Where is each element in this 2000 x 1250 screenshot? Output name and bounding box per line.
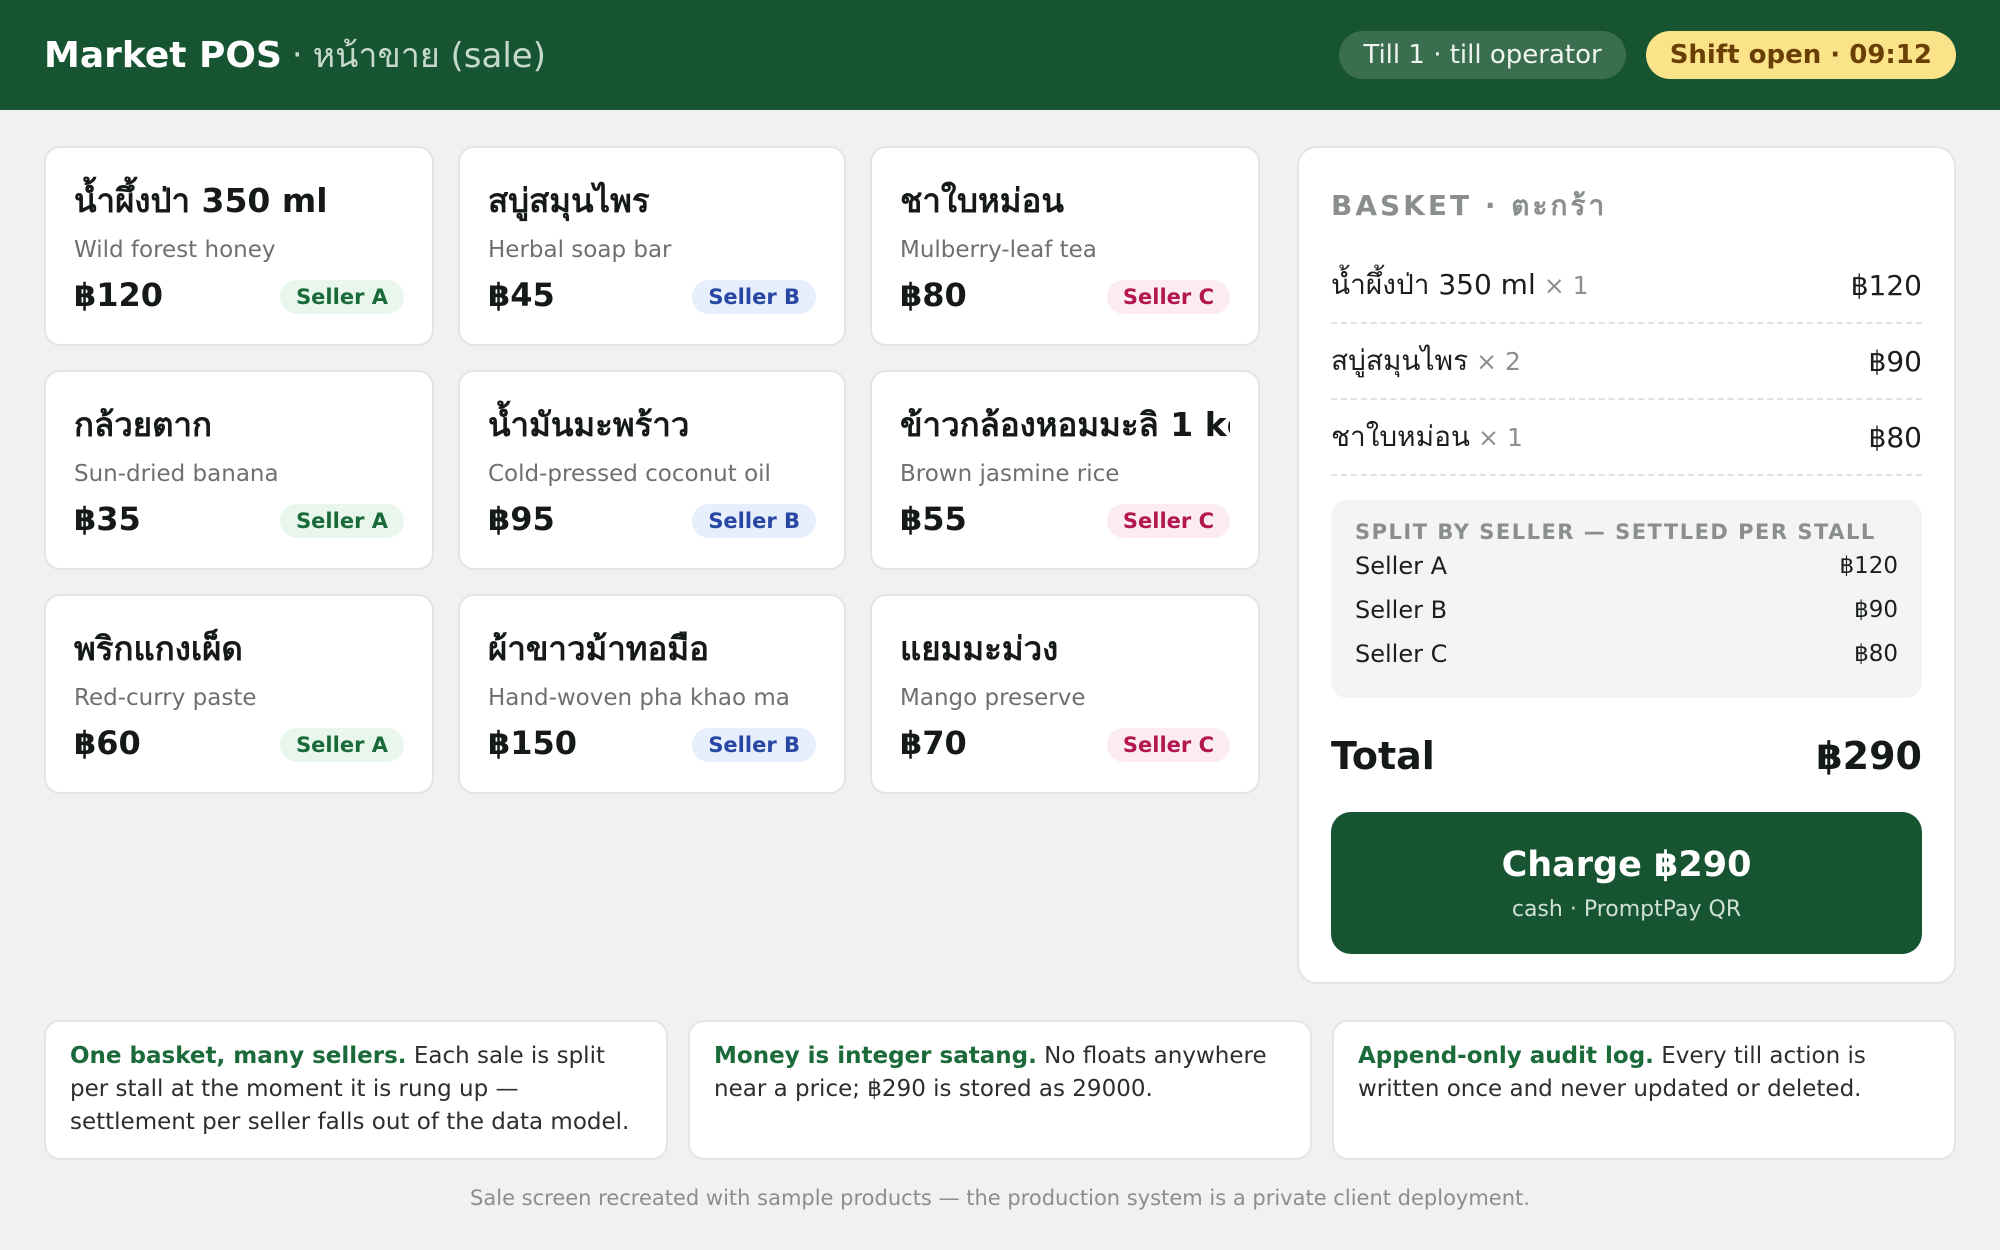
seller-badge: Seller A xyxy=(280,728,404,762)
product-price: ฿55 xyxy=(900,500,967,538)
product-price: ฿95 xyxy=(488,500,555,538)
seller-badge: Seller B xyxy=(692,504,816,538)
product-price: ฿60 xyxy=(74,724,141,762)
title-separator: · xyxy=(291,35,303,75)
product-name: ผ้าขาวม้าทอมือ xyxy=(488,629,709,668)
basket-line-amount: ฿80 xyxy=(1868,420,1922,454)
product-card[interactable]: แยมมะม่วง Mango preserve ฿70 Seller C xyxy=(870,594,1260,794)
product-card[interactable]: น้ำผึ้งป่า 350 ml Wild forest honey ฿120… xyxy=(44,146,434,346)
note-card: Money is integer satang. No floats anywh… xyxy=(688,1020,1312,1160)
product-price: ฿120 xyxy=(74,276,164,314)
seller-badge: Seller C xyxy=(1106,280,1230,314)
seller-badge: Seller B xyxy=(692,728,816,762)
split-title: SPLIT BY SELLER — SETTLED PER STALL xyxy=(1355,520,1876,544)
basket-title: BASKET · ตะกร้า xyxy=(1331,189,1608,222)
split-amount: ฿120 xyxy=(1839,553,1898,579)
seller-badge: Seller A xyxy=(280,280,404,314)
note-heading: Append-only audit log. xyxy=(1358,1043,1654,1069)
product-name: พริกแกงเผ็ด xyxy=(74,629,243,668)
total-amount: ฿290 xyxy=(1816,734,1922,778)
product-price: ฿70 xyxy=(900,724,967,762)
product-card[interactable]: ชาใบหม่อน Mulberry-leaf tea ฿80 Seller C xyxy=(870,146,1260,346)
seller-badge: Seller C xyxy=(1106,728,1230,762)
note-card: One basket, many sellers. Each sale is s… xyxy=(44,1020,668,1160)
product-name-en: Red-curry paste xyxy=(74,685,257,711)
split-seller: Seller C xyxy=(1355,640,1448,668)
basket-line[interactable]: สบู่สมุนไพร × 2 ฿90 xyxy=(1331,324,1922,400)
charge-payment-methods: cash · PromptPay QR xyxy=(1511,896,1742,922)
charge-button[interactable]: Charge ฿290 cash · PromptPay QR xyxy=(1331,812,1922,954)
total-row: Total ฿290 xyxy=(1331,726,1922,786)
product-card[interactable]: ผ้าขาวม้าทอมือ Hand-woven pha khao ma ฿1… xyxy=(458,594,846,794)
shift-status-badge[interactable]: Shift open · 09:12 xyxy=(1645,31,1956,79)
product-grid: น้ำผึ้งป่า 350 ml Wild forest honey ฿120… xyxy=(44,146,1260,794)
product-name: สบู่สมุนไพร xyxy=(488,181,650,220)
basket-line-name: ชาใบหม่อน xyxy=(1331,420,1471,453)
product-name: ข้าวกล้องหอมมะลิ 1 kg xyxy=(900,405,1230,444)
footer-caption: Sale screen recreated with sample produc… xyxy=(470,1186,1530,1210)
split-seller: Seller B xyxy=(1355,596,1448,624)
product-name: กล้วยตาก xyxy=(74,405,213,444)
basket-line-name: สบู่สมุนไพร xyxy=(1331,344,1469,377)
seller-badge: Seller B xyxy=(692,280,816,314)
split-amount: ฿90 xyxy=(1854,597,1898,623)
total-label: Total xyxy=(1331,734,1435,778)
basket-line-qty: × 1 xyxy=(1543,270,1589,300)
app-title: Market POS xyxy=(44,34,282,76)
product-name-en: Herbal soap bar xyxy=(488,237,672,263)
product-price: ฿35 xyxy=(74,500,141,538)
basket-lines: น้ำผึ้งป่า 350 ml × 1 ฿120 สบู่สมุนไพร ×… xyxy=(1331,248,1922,476)
product-name-en: Brown jasmine rice xyxy=(900,461,1120,487)
product-card[interactable]: ข้าวกล้องหอมมะลิ 1 kg Brown jasmine rice… xyxy=(870,370,1260,570)
seller-split-box: SPLIT BY SELLER — SETTLED PER STALL Sell… xyxy=(1331,500,1922,698)
split-row: Seller C ฿80 xyxy=(1355,632,1898,676)
basket-line[interactable]: น้ำผึ้งป่า 350 ml × 1 ฿120 xyxy=(1331,248,1922,324)
basket-line-amount: ฿120 xyxy=(1850,268,1922,302)
note-heading: Money is integer satang. xyxy=(714,1043,1037,1069)
seller-badge: Seller A xyxy=(280,504,404,538)
seller-badge: Seller C xyxy=(1106,504,1230,538)
charge-button-label: Charge ฿290 xyxy=(1501,844,1752,885)
product-name: น้ำมันมะพร้าว xyxy=(488,405,690,444)
page-subtitle: หน้าขาย (sale) xyxy=(312,36,546,76)
split-row: Seller B ฿90 xyxy=(1355,588,1898,632)
split-amount: ฿80 xyxy=(1854,641,1898,667)
basket-line-name: น้ำผึ้งป่า 350 ml xyxy=(1331,268,1536,301)
product-card[interactable]: สบู่สมุนไพร Herbal soap bar ฿45 Seller B xyxy=(458,146,846,346)
product-price: ฿80 xyxy=(900,276,967,314)
header-status-group: Till 1 · till operator Shift open · 09:1… xyxy=(1339,31,1956,79)
split-seller: Seller A xyxy=(1355,552,1448,580)
basket-line-qty: × 2 xyxy=(1476,346,1521,376)
product-name: ชาใบหม่อน xyxy=(900,181,1064,220)
basket-panel: BASKET · ตะกร้า น้ำผึ้งป่า 350 ml × 1 ฿1… xyxy=(1297,146,1956,984)
product-name: น้ำผึ้งป่า 350 ml xyxy=(74,181,328,220)
top-bar: Market POS · หน้าขาย (sale) Till 1 · til… xyxy=(0,0,2000,110)
note-heading: One basket, many sellers. xyxy=(70,1043,407,1069)
basket-line[interactable]: ชาใบหม่อน × 1 ฿80 xyxy=(1331,400,1922,476)
product-card[interactable]: พริกแกงเผ็ด Red-curry paste ฿60 Seller A xyxy=(44,594,434,794)
basket-line-amount: ฿90 xyxy=(1868,344,1922,378)
product-card[interactable]: กล้วยตาก Sun-dried banana ฿35 Seller A xyxy=(44,370,434,570)
note-card: Append-only audit log. Every till action… xyxy=(1332,1020,1956,1160)
product-price: ฿150 xyxy=(488,724,578,762)
product-name-en: Cold-pressed coconut oil xyxy=(488,461,771,487)
product-price: ฿45 xyxy=(488,276,555,314)
product-name-en: Wild forest honey xyxy=(74,237,276,263)
product-name-en: Hand-woven pha khao ma xyxy=(488,685,790,711)
info-notes: One basket, many sellers. Each sale is s… xyxy=(44,1020,1956,1160)
basket-line-qty: × 1 xyxy=(1478,422,1523,452)
till-badge[interactable]: Till 1 · till operator xyxy=(1339,31,1626,79)
product-card[interactable]: น้ำมันมะพร้าว Cold-pressed coconut oil ฿… xyxy=(458,370,846,570)
product-name-en: Sun-dried banana xyxy=(74,461,279,487)
product-name-en: Mulberry-leaf tea xyxy=(900,237,1097,263)
product-name: แยมมะม่วง xyxy=(900,629,1059,668)
product-name-en: Mango preserve xyxy=(900,685,1086,711)
split-row: Seller A ฿120 xyxy=(1355,544,1898,588)
